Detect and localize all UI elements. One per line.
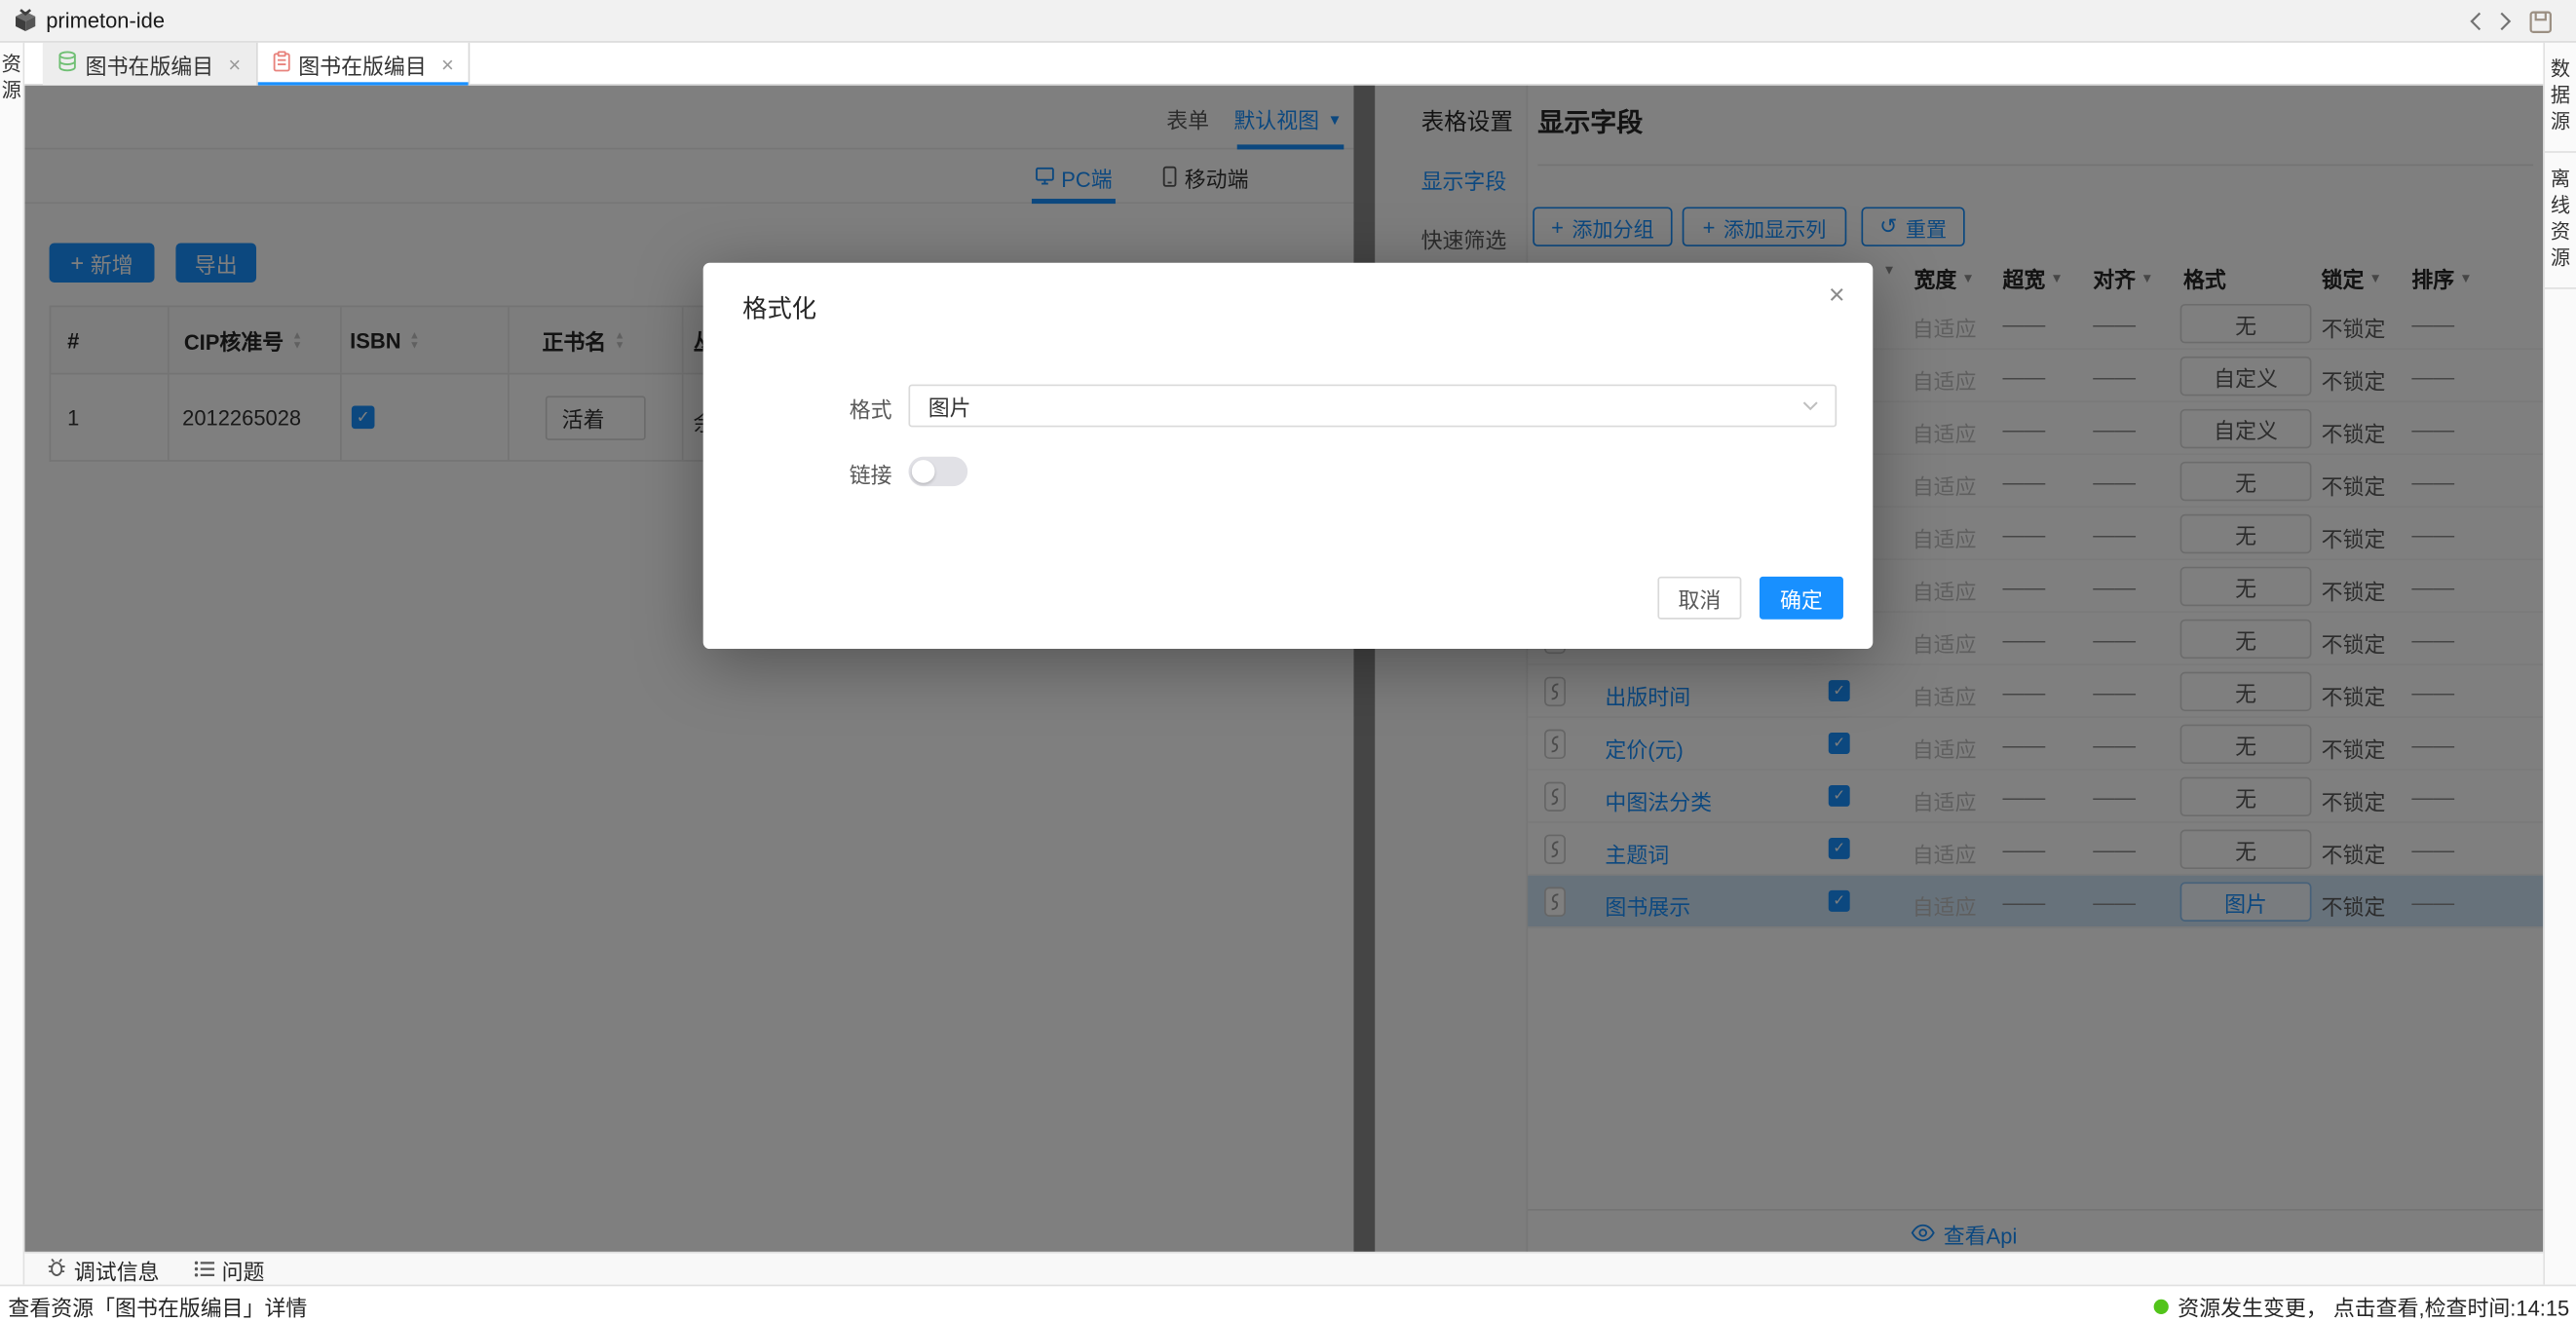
debug-info-button[interactable]: 调试信息 — [46, 1254, 159, 1287]
right-rail: 数据源 离线资源 — [2543, 43, 2576, 1285]
close-icon[interactable] — [441, 52, 454, 76]
problems-button[interactable]: 问题 — [194, 1254, 265, 1287]
tab-label: 图书在版编目 — [86, 49, 214, 80]
link-field-label: 链接 — [703, 458, 892, 489]
titlebar-actions — [2469, 0, 2553, 43]
modal-overlay — [24, 86, 2543, 1252]
status-resource-changed[interactable]: 资源发生变更， 点击查看,检查时间:14:15 — [2153, 1291, 2569, 1321]
problems-label: 问题 — [222, 1254, 265, 1285]
app-window: primeton-ide 资源 数据源 离线资源 — [0, 0, 2576, 1321]
nav-forward-icon[interactable] — [2499, 12, 2512, 31]
chevron-down-icon — [1802, 400, 1819, 410]
app-logo-icon — [13, 8, 37, 34]
modal-title: 格式化 — [742, 290, 816, 324]
format-select-value: 图片 — [928, 390, 971, 421]
cancel-button[interactable]: 取消 — [1657, 577, 1741, 620]
link-toggle[interactable] — [908, 457, 967, 486]
status-changed-label: 资源发生变更， 点击查看,检查时间:14:15 — [2178, 1291, 2569, 1321]
database-icon — [57, 51, 77, 77]
ok-button[interactable]: 确定 — [1760, 577, 1843, 620]
save-icon[interactable] — [2528, 9, 2553, 33]
tab-label: 图书在版编目 — [298, 49, 427, 80]
close-icon[interactable] — [1829, 280, 1845, 313]
status-dot-icon — [2153, 1300, 2168, 1314]
left-rail: 资源 — [0, 43, 24, 1285]
debug-info-label: 调试信息 — [74, 1254, 160, 1285]
bug-icon — [46, 1257, 67, 1283]
rail-item-resources[interactable]: 资源 — [0, 43, 23, 103]
titlebar: primeton-ide — [0, 0, 2576, 43]
rail-item-offline-resources[interactable]: 离线资源 — [2545, 153, 2576, 289]
format-select[interactable]: 图片 — [908, 385, 1837, 428]
format-field-label: 格式 — [703, 393, 892, 424]
list-icon — [194, 1258, 215, 1282]
nav-back-icon[interactable] — [2469, 12, 2481, 31]
content-area: 表单 默认视图 PC端 — [24, 86, 2543, 1252]
status-bar: 查看资源「图书在版编目」详情 资源发生变更， 点击查看,检查时间:14:15 — [0, 1285, 2576, 1321]
rail-item-datasource[interactable]: 数据源 — [2545, 43, 2576, 153]
app-title: primeton-ide — [46, 8, 165, 32]
tab-book-cip-page[interactable]: 图书在版编目 — [257, 43, 471, 86]
format-modal: 格式化 格式 图片 链接 取消 确定 — [703, 263, 1874, 649]
tab-bar: 图书在版编目 图书在版编目 — [24, 43, 2543, 86]
close-icon[interactable] — [228, 52, 241, 76]
bottom-toolstrip: 调试信息 问题 — [24, 1252, 2543, 1285]
status-resource-detail[interactable]: 查看资源「图书在版编目」详情 — [8, 1291, 307, 1321]
tab-book-cip-datasource[interactable]: 图书在版编目 — [43, 43, 257, 86]
clipboard-icon — [272, 51, 290, 77]
